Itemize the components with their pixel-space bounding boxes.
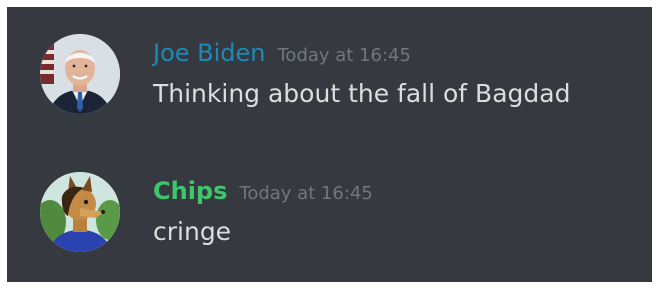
message-item: Chips Today at 16:45 cringe	[7, 145, 652, 265]
chat-window: Joe Biden Today at 16:45 Thinking about t…	[7, 7, 652, 282]
message-item: Joe Biden Today at 16:45 Thinking about t…	[7, 7, 652, 127]
message-header: Chips Today at 16:45	[153, 175, 373, 207]
username[interactable]: Chips	[153, 177, 227, 205]
username[interactable]: Joe Biden	[153, 39, 266, 67]
message-header: Joe Biden Today at 16:45	[153, 37, 411, 69]
avatar[interactable]	[40, 34, 120, 114]
timestamp[interactable]: Today at 16:45	[239, 183, 372, 204]
person-portrait-icon	[40, 34, 120, 114]
furry-character-icon	[40, 172, 120, 252]
message-content: cringe	[153, 217, 232, 246]
message-content: Thinking about the fall of Bagdad	[153, 79, 571, 108]
timestamp[interactable]: Today at 16:45	[278, 45, 411, 66]
avatar[interactable]	[40, 172, 120, 252]
